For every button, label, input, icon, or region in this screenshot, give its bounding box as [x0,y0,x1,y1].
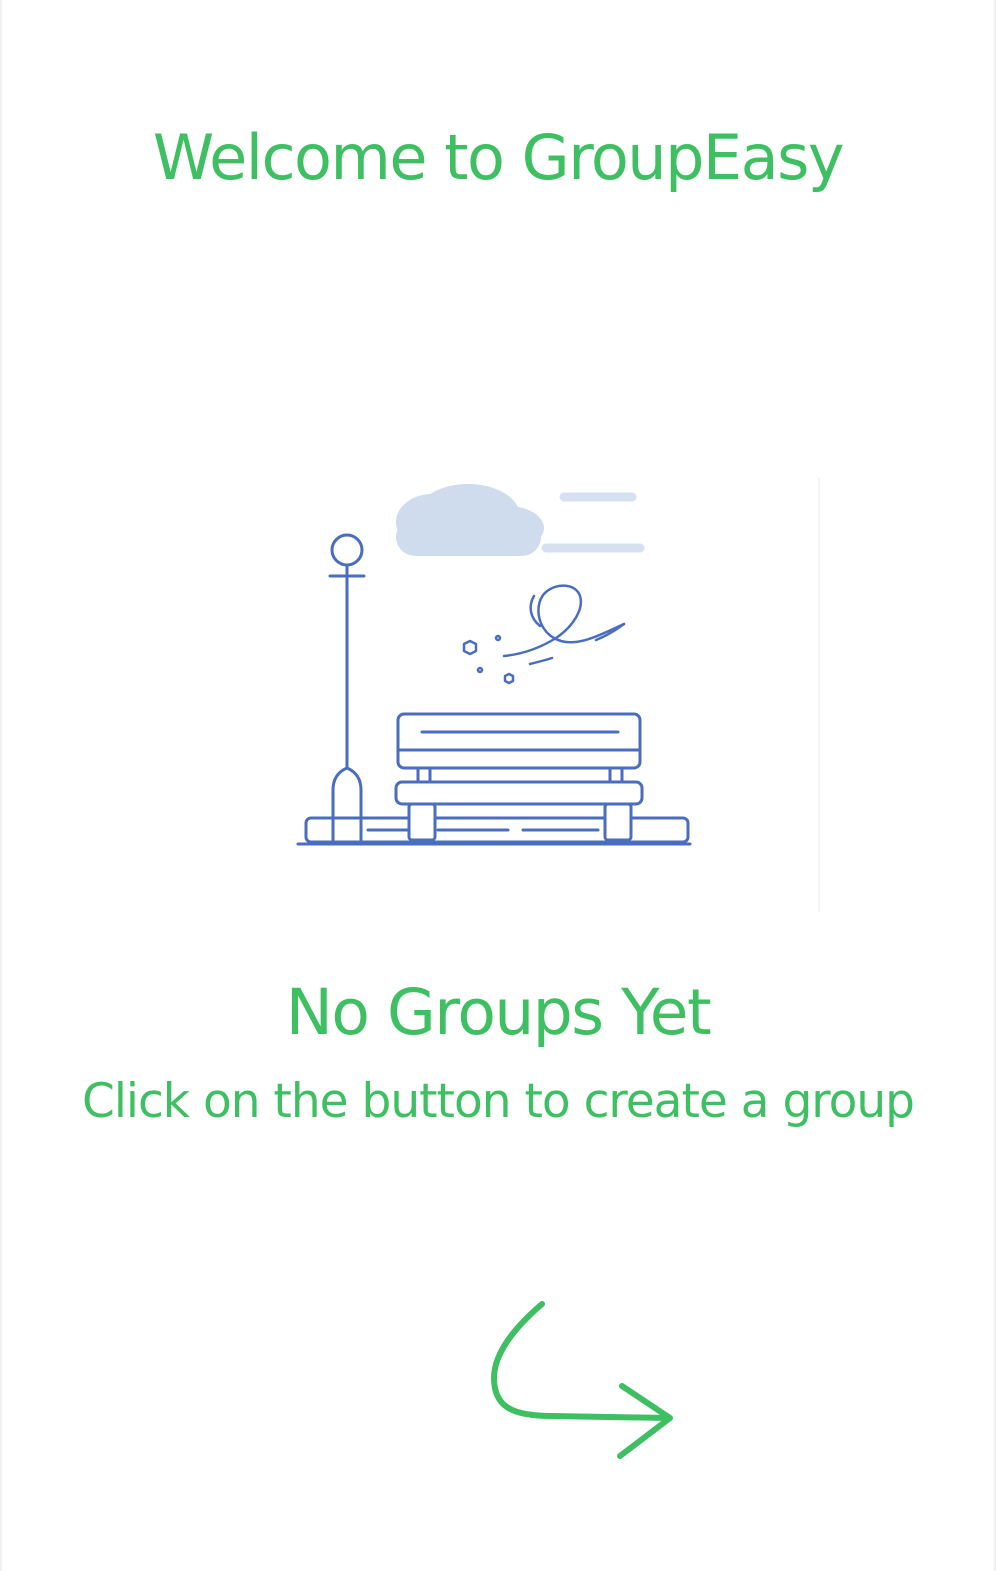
empty-state-title: No Groups Yet [285,976,712,1049]
empty-state-illustration [178,478,818,912]
lamp-post-icon [328,533,366,844]
curved-arrow-icon [491,1301,673,1459]
bench-icon [394,712,644,842]
wind-swirl-icon [462,584,626,685]
empty-state-subtitle: Click on the button to create a group [82,1074,915,1129]
wind-lines-icon [541,492,645,553]
cloud-icon [396,484,544,556]
park-bench-icon [296,484,692,846]
screen-left-edge [0,0,2,1571]
welcome-title: Welcome to GroupEasy [152,121,845,194]
